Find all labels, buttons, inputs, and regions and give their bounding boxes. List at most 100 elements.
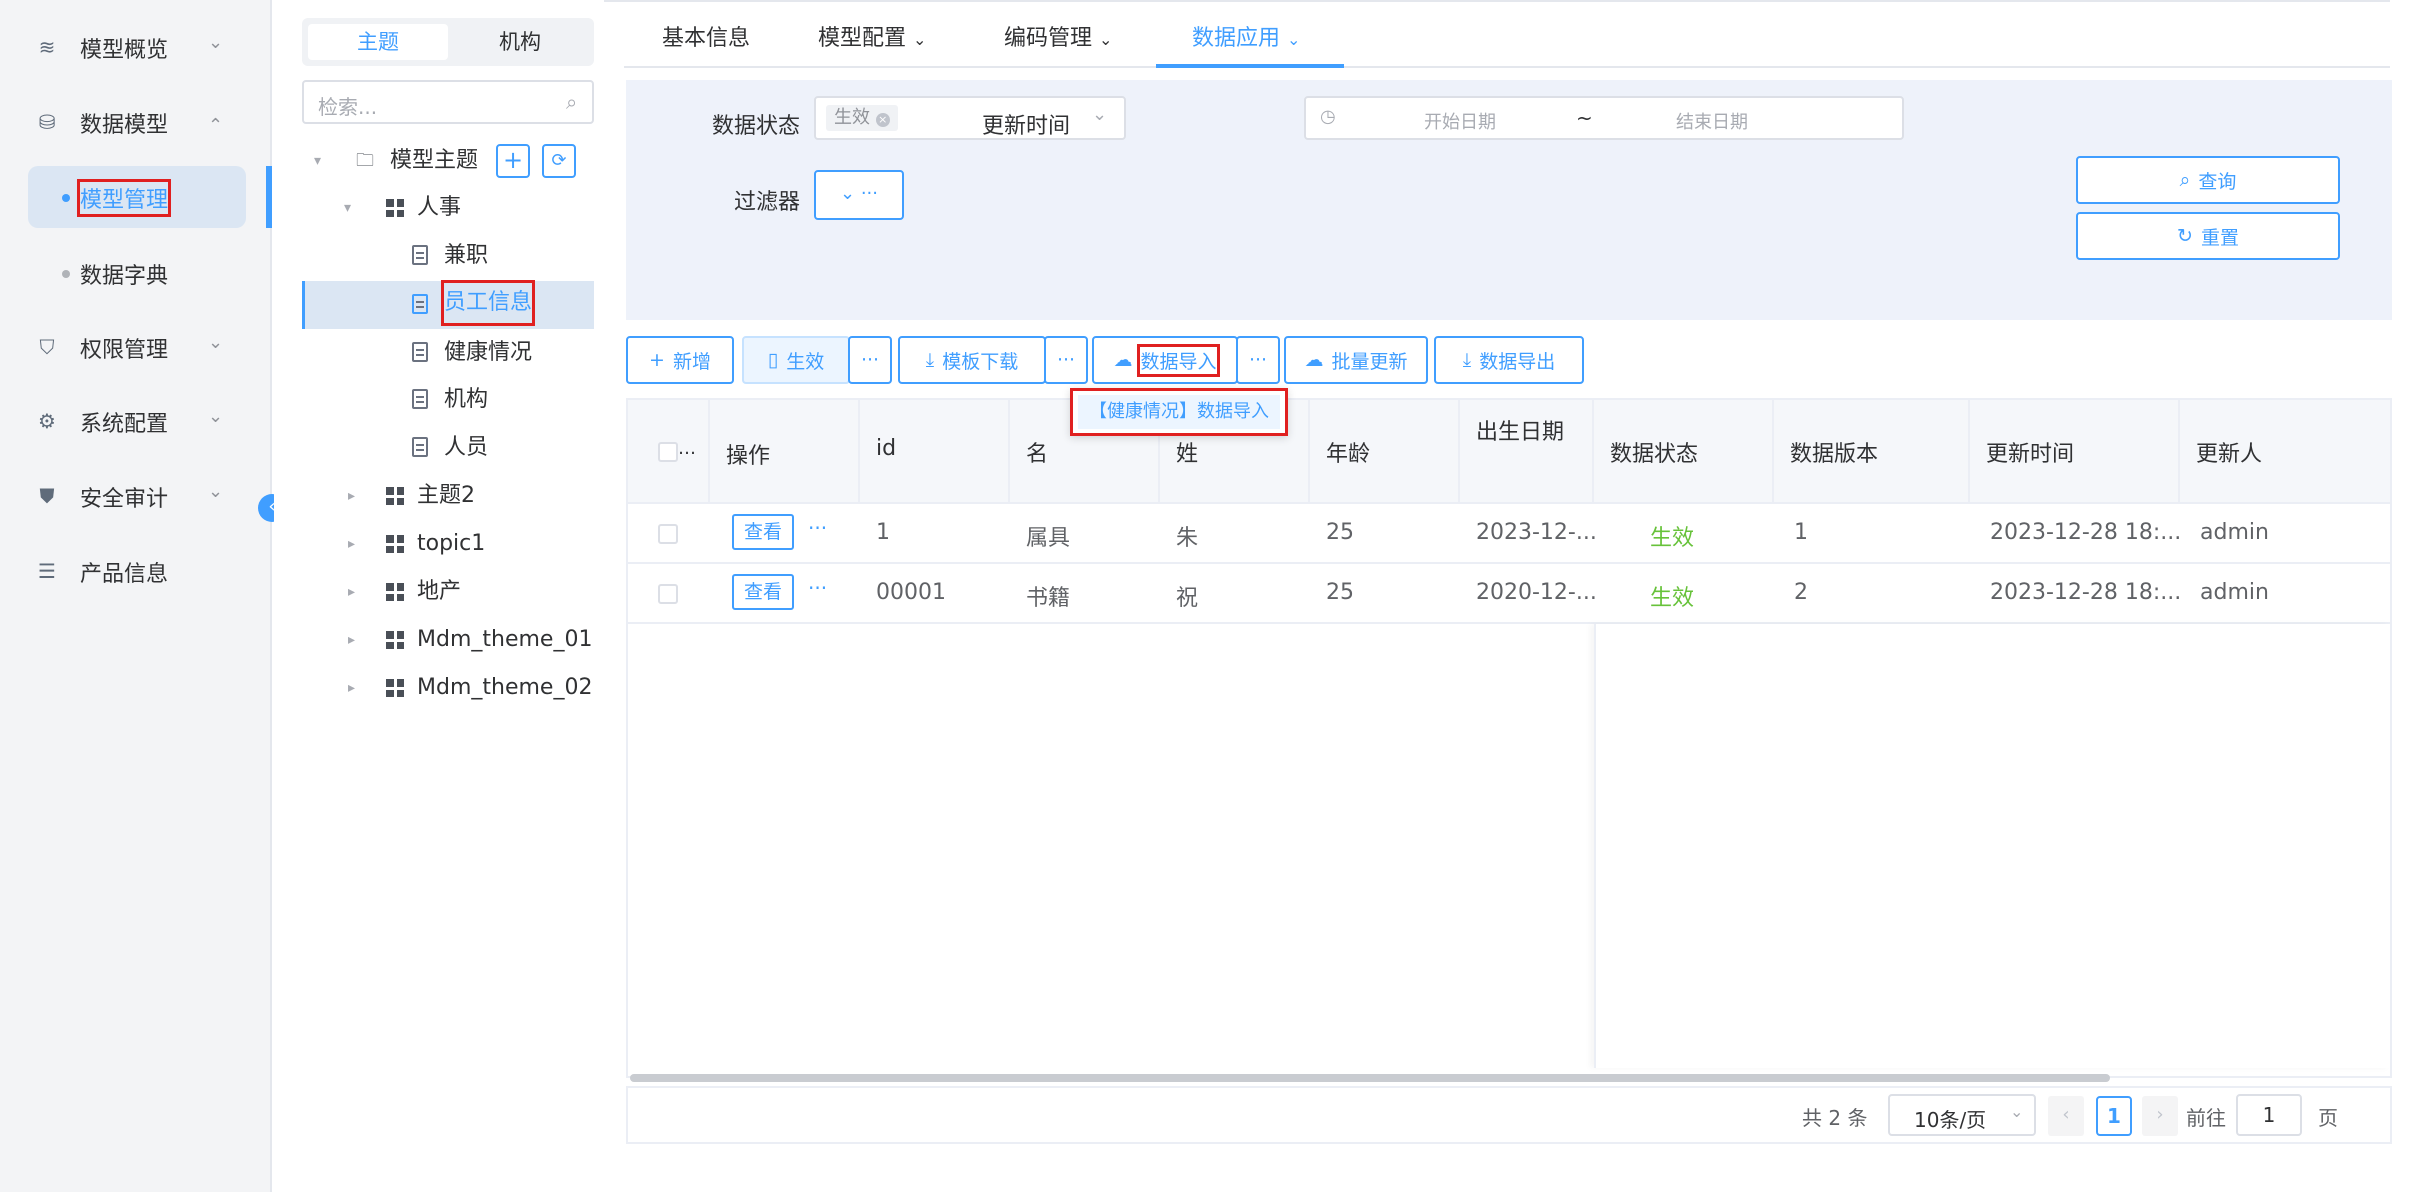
filter-label: 过滤器 [734, 190, 801, 215]
nav-product-info[interactable]: ☰ 产品信息 [0, 542, 272, 602]
health-import-menu-item[interactable]: 【健康情况】数据导入 [1078, 395, 1280, 429]
tab-model-config[interactable]: 模型配置 ⌄ [818, 20, 926, 52]
tree-search-placeholder: 检索... [318, 95, 378, 119]
batch-update-button[interactable]: ☁ 批量更新 [1284, 336, 1428, 384]
caret-right-icon: ▸ [348, 488, 356, 504]
chevron-down-icon: ⌄ [2010, 1102, 2024, 1121]
view-button[interactable]: 查看 [732, 514, 794, 550]
tree-panel: 主题 机构 检索... ⌕ ▾ 🗀 模型主题 + ⟳ ▾ 人事 兼职 员工信息 … [274, 0, 602, 1192]
chevron-down-icon: ⌄ [208, 406, 224, 427]
chevron-down-icon: ⌄ [208, 32, 224, 53]
segment-toggle: 主题 机构 [302, 18, 594, 66]
fixed-columns-shadow [1594, 624, 2390, 1068]
tree-leaf-jianzhi[interactable]: 兼职 [274, 234, 594, 278]
data-export-button[interactable]: ⤓ 数据导出 [1434, 336, 1584, 384]
nav-system-config[interactable]: ⚙ 系统配置 ⌄ [0, 392, 272, 452]
chevron-down-icon: ⌄ [208, 481, 224, 502]
status-badge: 生效 [1650, 526, 1695, 551]
page-1-button[interactable]: 1 [2096, 1096, 2132, 1136]
tree-node-renshi[interactable]: ▾ 人事 [274, 186, 594, 230]
tab-basic-info[interactable]: 基本信息 [662, 20, 750, 52]
goto-page-input[interactable]: 1 [2236, 1094, 2302, 1136]
row-checkbox[interactable] [658, 584, 678, 604]
range-separator: ~ [1576, 106, 1593, 130]
nav-security-audit[interactable]: ⛊ 安全审计 ⌄ [0, 467, 272, 527]
template-download-button[interactable]: ⤓ 模板下载 [898, 336, 1046, 384]
add-node-button[interactable]: + [496, 144, 530, 178]
shield-check-icon: ⛊ [39, 484, 55, 508]
horizontal-scrollbar[interactable] [630, 1074, 2110, 1082]
caret-right-icon: ▸ [348, 536, 356, 552]
status-select[interactable]: 生效 × ⌄ [814, 96, 1126, 140]
plus-icon: + [649, 349, 665, 371]
document-icon [412, 342, 428, 362]
row-checkbox[interactable] [658, 524, 678, 544]
search-icon: ⌕ [566, 90, 578, 114]
import-more-button[interactable]: ··· [1236, 336, 1280, 384]
tab-organization[interactable]: 机构 [452, 24, 588, 60]
tree-node-theme2[interactable]: ▸ 主题2 [274, 474, 594, 518]
query-button[interactable]: ⌕ 查询 [2076, 156, 2340, 204]
row-more-button[interactable]: ··· [808, 576, 827, 600]
tree-leaf-health[interactable]: 健康情况 [274, 331, 594, 375]
database-icon: ⛁ [38, 110, 56, 134]
header-data-version: 数据版本 [1774, 400, 1970, 504]
tab-code-management[interactable]: 编码管理 ⌄ [1004, 20, 1112, 52]
caret-right-icon: ▸ [348, 632, 356, 648]
select-all-checkbox[interactable] [658, 442, 678, 462]
chevron-down-icon: ⌄ [913, 30, 927, 49]
header-updater: 更新人 [2196, 442, 2263, 467]
chip-icon: ⚙ [38, 409, 56, 433]
page-size-select[interactable]: 10条/页 ⌄ [1888, 1094, 2036, 1136]
table-row[interactable]: 查看 ··· 00001 书籍 祝 25 2020-12-... 生效 2 20… [628, 564, 2390, 624]
row-more-button[interactable]: ··· [808, 516, 827, 540]
download-icon: ⤓ [1462, 349, 1472, 371]
update-time-label: 更新时间 [982, 114, 1071, 139]
tree-node-mdm-theme-01[interactable]: ▸ Mdm_theme_01 [274, 618, 594, 662]
refresh-icon[interactable]: ⟳ [542, 144, 576, 178]
chevron-up-icon: ⌃ [208, 115, 224, 136]
tree-node-realestate[interactable]: ▸ 地产 [274, 570, 594, 614]
status-label: 数据状态 [712, 114, 801, 139]
tab-data-application[interactable]: 数据应用 ⌄ [1192, 20, 1300, 52]
reset-button[interactable]: ↻ 重置 [2076, 212, 2340, 260]
nav-permission[interactable]: ⛉ 权限管理 ⌄ [0, 318, 272, 378]
grid-icon [386, 631, 404, 649]
pagination-bar: 共 2 条 10条/页 ⌄ ‹ 1 › 前往 1 页 [626, 1086, 2392, 1144]
nav-data-model[interactable]: ⛁ 数据模型 ⌃ [0, 93, 272, 153]
folder-icon: 🗀 [356, 150, 374, 171]
effective-button[interactable]: ▯ 生效 [742, 336, 850, 384]
page-unit-label: 页 [2318, 1106, 2338, 1130]
tree-search-input[interactable]: 检索... ⌕ [302, 80, 594, 124]
header-actions: 操作 [710, 400, 860, 504]
table-row[interactable]: 查看 ··· 1 属具 朱 25 2023-12-... 生效 1 2023-1… [628, 504, 2390, 564]
grid-icon [386, 535, 404, 553]
next-page-button[interactable]: › [2142, 1096, 2178, 1136]
date-range-picker[interactable]: ◷ 开始日期 ~ 结束日期 [1304, 96, 1904, 140]
start-date-input[interactable]: 开始日期 [1424, 108, 1496, 134]
sidebar-item-model-management[interactable]: 模型管理 [28, 166, 246, 228]
top-divider [604, 0, 2390, 4]
tree-leaf-employee-info-selected[interactable]: 员工信息 [302, 280, 594, 329]
add-button[interactable]: + 新增 [626, 336, 734, 384]
data-import-button[interactable]: ☁ 数据导入 [1092, 336, 1238, 384]
import-dropdown-menu: 【健康情况】数据导入 [1070, 388, 1288, 436]
chevron-down-icon: ⌄ [1287, 30, 1301, 49]
template-more-button[interactable]: ··· [1044, 336, 1088, 384]
sidebar-item-data-dictionary[interactable]: 数据字典 [28, 242, 246, 304]
prev-page-button[interactable]: ‹ [2048, 1096, 2084, 1136]
view-button[interactable]: 查看 [732, 574, 794, 610]
tree-leaf-org[interactable]: 机构 [274, 378, 594, 422]
end-date-input[interactable]: 结束日期 [1676, 108, 1748, 134]
tree-node-topic1[interactable]: ▸ topic1 [274, 522, 594, 566]
tab-theme[interactable]: 主题 [308, 24, 448, 60]
tree-leaf-person[interactable]: 人员 [274, 426, 594, 470]
clock-icon: ◷ [1320, 106, 1336, 127]
effective-more-button[interactable]: ··· [848, 336, 892, 384]
tree-node-mdm-theme-02[interactable]: ▸ Mdm_theme_02 [274, 666, 594, 710]
document-icon [412, 294, 428, 314]
nav-model-overview[interactable]: ≋ 模型概览 ⌄ [0, 18, 272, 78]
filter-dropdown-button[interactable]: ⌄ ··· [814, 170, 904, 220]
tag-close-icon[interactable]: × [875, 113, 890, 127]
caret-right-icon: ▸ [348, 584, 356, 600]
